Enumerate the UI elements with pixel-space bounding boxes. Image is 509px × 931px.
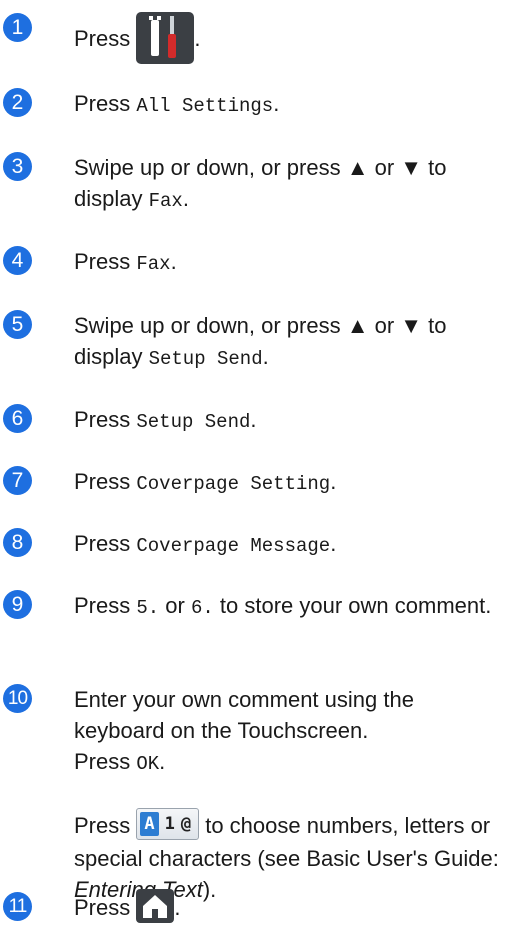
step-text-part: or	[159, 593, 191, 618]
step-number: 9	[3, 590, 32, 619]
step-text: Swipe up or down, or press ▲ or ▼ to dis…	[74, 310, 506, 375]
menu-option: Coverpage Setting	[136, 473, 331, 495]
menu-option: Fax	[148, 190, 183, 212]
step-number: 3	[3, 152, 32, 181]
step-text-part: .	[330, 531, 337, 556]
home-icon	[136, 889, 175, 924]
step-number: 10	[3, 684, 32, 713]
step-text: Enter your own comment using the keyboar…	[74, 684, 506, 780]
keyboard-mode-button: A 1 @	[136, 808, 200, 841]
menu-option: Setup Send	[148, 348, 263, 370]
step-text: Swipe up or down, or press ▲ or ▼ to dis…	[74, 152, 506, 217]
letter-key-label: A	[140, 812, 159, 837]
step-text-part: Press	[74, 593, 137, 618]
step-text-part: .	[159, 749, 166, 774]
step-text-part: .	[170, 249, 177, 274]
menu-option: Fax	[136, 253, 171, 275]
step-text-part: Press	[74, 91, 137, 116]
step-text: Press Setup Send.	[74, 404, 506, 438]
step-text-part: Swipe up or down, or press ▲ or ▼ to dis…	[74, 155, 447, 211]
step-text-part: Press	[74, 895, 137, 920]
menu-option: Coverpage Message	[136, 535, 331, 557]
number-key-label: 1	[164, 813, 175, 834]
step-text-part: Press	[74, 749, 137, 774]
step-text-part: to store your own comment.	[213, 593, 492, 618]
step-text-part: Enter your own comment using the keyboar…	[74, 687, 414, 743]
menu-option: 5.	[136, 597, 160, 619]
step-number: 2	[3, 88, 32, 117]
step-text-part: Press	[74, 249, 137, 274]
step-text: Press .	[74, 12, 506, 66]
step-text: Press All Settings.	[74, 88, 506, 122]
symbol-key-label: @	[180, 813, 192, 834]
step-number: 11	[3, 892, 32, 921]
step-text-part: Press	[74, 531, 137, 556]
menu-option: OK	[136, 753, 160, 775]
step-number: 4	[3, 246, 32, 275]
step-text-part: .	[194, 25, 201, 51]
step-text-part: .	[174, 895, 181, 920]
step-number: 6	[3, 404, 32, 433]
menu-option: Setup Send	[136, 411, 251, 433]
step-number: 1	[3, 13, 32, 42]
step-text: Press .	[74, 889, 506, 926]
step-text-part: Press	[74, 407, 137, 432]
step-text-part: .	[273, 91, 280, 116]
menu-option: All Settings	[136, 95, 274, 117]
step-text-part: Press	[74, 25, 137, 51]
step-text: Press Coverpage Message.	[74, 528, 506, 562]
step-text-part: Press	[74, 469, 137, 494]
step-text-part: .	[262, 344, 269, 369]
step-text: Press Coverpage Setting.	[74, 466, 506, 500]
step-number: 5	[3, 310, 32, 339]
step-text: Press 5. or 6. to store your own comment…	[74, 590, 506, 624]
step-number: 8	[3, 528, 32, 557]
step-text: Press Fax.	[74, 246, 506, 280]
step-text-part: .	[182, 186, 189, 211]
tools-icon	[136, 12, 195, 64]
menu-option: 6.	[190, 597, 214, 619]
step-text-part: .	[250, 407, 257, 432]
step-number: 7	[3, 466, 32, 495]
note-text: Press	[74, 813, 137, 838]
step-text-part: .	[330, 469, 337, 494]
